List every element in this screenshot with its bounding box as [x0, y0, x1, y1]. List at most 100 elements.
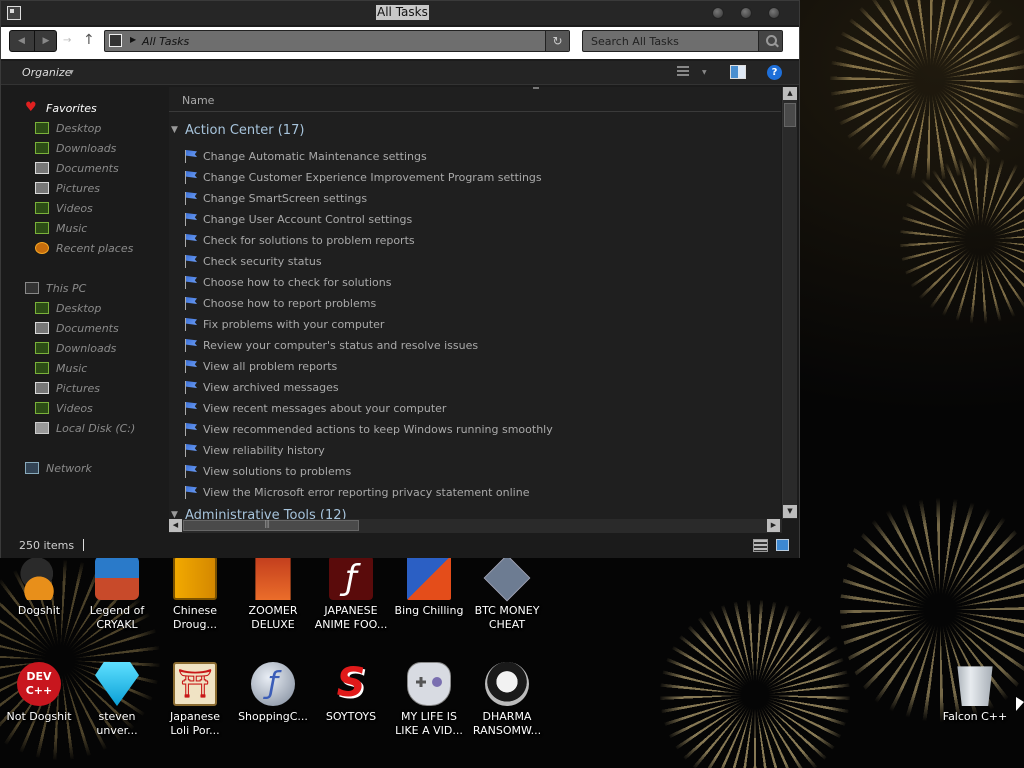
- nav-item[interactable]: Downloads: [35, 340, 116, 356]
- change-view-icon[interactable]: [677, 66, 689, 78]
- nav-item[interactable]: Music: [35, 360, 87, 376]
- task-item[interactable]: Review your computer's status and resolv…: [183, 336, 478, 354]
- refresh-icon[interactable]: ↻: [545, 31, 569, 51]
- history-dropdown-icon[interactable]: →: [63, 35, 71, 46]
- flash-dark-icon: [329, 556, 373, 600]
- breadcrumb-separator-icon[interactable]: ▶: [130, 35, 136, 44]
- task-item[interactable]: View recent messages about your computer: [183, 399, 446, 417]
- breadcrumb-all-tasks[interactable]: All Tasks: [142, 35, 189, 48]
- scroll-down-icon[interactable]: ▼: [783, 505, 797, 518]
- large-icons-view-icon[interactable]: [776, 539, 789, 551]
- desktop-shortcut[interactable]: Chinese Droug...: [156, 556, 234, 632]
- downloads-folder-icon: [35, 342, 49, 354]
- window-title: All Tasks: [376, 5, 429, 20]
- chevron-down-icon[interactable]: ▼: [169, 125, 185, 135]
- minimize-button[interactable]: [712, 7, 724, 19]
- window-icon[interactable]: [7, 6, 21, 20]
- scroll-right-icon[interactable]: ▶: [767, 519, 780, 532]
- task-item[interactable]: Change Automatic Maintenance settings: [183, 147, 427, 165]
- nav-item-label: Music: [56, 361, 88, 375]
- nav-item[interactable]: Pictures: [35, 180, 100, 196]
- task-item[interactable]: Fix problems with your computer: [183, 315, 384, 333]
- details-view-icon[interactable]: [753, 539, 768, 552]
- nav-item[interactable]: Videos: [35, 200, 93, 216]
- group-header[interactable]: ▼ Action Center (17): [169, 121, 304, 139]
- nav-item-label: Network: [46, 461, 92, 475]
- nav-item[interactable]: Local Disk (C:): [35, 420, 135, 436]
- nav-item[interactable]: ♥ Favorites: [25, 100, 97, 116]
- help-icon[interactable]: ?: [767, 65, 782, 80]
- horizontal-scroll-thumb[interactable]: [183, 519, 359, 531]
- task-item[interactable]: Check for solutions to problem reports: [183, 231, 415, 249]
- nav-item[interactable]: Documents: [35, 160, 119, 176]
- desktop-shortcut[interactable]: Bing Chilling: [390, 556, 468, 618]
- nav-item-label: This PC: [46, 281, 87, 295]
- chevron-down-icon[interactable]: ▼: [169, 510, 185, 519]
- scroll-left-icon[interactable]: ◀: [169, 519, 182, 532]
- task-item[interactable]: Choose how to report problems: [183, 294, 376, 312]
- task-item[interactable]: Change SmartScreen settings: [183, 189, 367, 207]
- search-box[interactable]: Search All Tasks: [582, 30, 783, 52]
- title-bar[interactable]: All Tasks: [1, 1, 799, 25]
- task-item[interactable]: Choose how to check for solutions: [183, 273, 391, 291]
- nav-item[interactable]: This PC: [25, 280, 86, 296]
- desktop-shortcut[interactable]: Legend of CRYAKL: [78, 556, 156, 632]
- horizontal-scrollbar[interactable]: ◀ ▶: [169, 519, 782, 533]
- scroll-up-icon[interactable]: ▲: [783, 87, 797, 100]
- organize-button[interactable]: Organize: [22, 66, 71, 79]
- search-icon[interactable]: [758, 31, 782, 51]
- desktop-shortcut[interactable]: MY LIFE IS LIKE A VID...: [390, 662, 468, 738]
- task-item[interactable]: View reliability history: [183, 441, 325, 459]
- vertical-scrollbar[interactable]: ▲ ▼: [782, 87, 797, 519]
- nav-item[interactable]: Videos: [35, 400, 93, 416]
- task-item[interactable]: View archived messages: [183, 378, 339, 396]
- documents-folder-icon: [35, 162, 49, 174]
- forward-button[interactable]: ▶: [34, 31, 57, 51]
- nav-item[interactable]: Documents: [35, 320, 119, 336]
- maximize-button[interactable]: [740, 7, 752, 19]
- desktop-shortcut[interactable]: BTC MONEY CHEAT: [468, 554, 546, 632]
- desktop-shortcut[interactable]: SOYTOYS: [312, 660, 390, 724]
- desktop-shortcut[interactable]: ZOOMER DELUXE: [234, 556, 312, 632]
- nav-item[interactable]: Downloads: [35, 140, 116, 156]
- task-item[interactable]: Change Customer Experience Improvement P…: [183, 168, 542, 186]
- task-item[interactable]: Check security status: [183, 252, 322, 270]
- task-label: Fix problems with your computer: [203, 317, 385, 331]
- back-button[interactable]: ◀: [10, 31, 33, 51]
- desktop-shortcut[interactable]: DEV C++ Not Dogshit: [0, 662, 78, 724]
- nav-item[interactable]: Music: [35, 220, 87, 236]
- nav-item[interactable]: Pictures: [35, 380, 100, 396]
- desktop-shortcut[interactable]: JAPANESE ANIME FOO...: [312, 556, 390, 632]
- group-header[interactable]: ▼ Administrative Tools (12): [169, 506, 347, 520]
- desktop-shortcut[interactable]: DHARMA RANSOMW...: [468, 662, 546, 738]
- chevron-down-icon[interactable]: ▼: [69, 69, 74, 76]
- desktop-shortcut[interactable]: Dogshit: [0, 556, 78, 618]
- up-arrow-icon[interactable]: ↑: [83, 32, 95, 48]
- address-bar[interactable]: ▶ All Tasks ↻: [104, 30, 570, 52]
- diamond-icon: [483, 554, 531, 602]
- chevron-down-icon[interactable]: ▼: [702, 69, 707, 76]
- nav-item[interactable]: Desktop: [35, 120, 101, 136]
- desktop-shortcut[interactable]: steven unver...: [78, 662, 156, 738]
- desktop-shortcut[interactable]: ShoppingC...: [234, 662, 312, 724]
- task-item[interactable]: View the Microsoft error reporting priva…: [183, 483, 529, 501]
- desktop-shortcut[interactable]: Falcon C++: [936, 662, 1014, 724]
- desktop-shortcut[interactable]: Japanese Loli Por...: [156, 662, 234, 738]
- vertical-scroll-thumb[interactable]: [784, 103, 796, 127]
- nav-item[interactable]: Recent places: [35, 240, 133, 256]
- search-input[interactable]: Search All Tasks: [591, 35, 679, 48]
- nav-item-label: Documents: [56, 161, 119, 175]
- task-item[interactable]: View solutions to problems: [183, 462, 351, 480]
- close-button[interactable]: [768, 7, 780, 19]
- task-label: Check security status: [203, 254, 322, 268]
- task-item[interactable]: View recommended actions to keep Windows…: [183, 420, 553, 438]
- task-item[interactable]: Change User Account Control settings: [183, 210, 412, 228]
- preview-pane-icon[interactable]: [730, 65, 746, 79]
- desktop-shortcut-label: Dogshit: [17, 604, 61, 617]
- column-header-name[interactable]: Name: [169, 87, 781, 112]
- action-center-flag-icon: [183, 317, 199, 331]
- pictures-folder-icon: [35, 382, 49, 394]
- nav-item[interactable]: Desktop: [35, 300, 101, 316]
- nav-item[interactable]: Network: [25, 460, 92, 476]
- task-item[interactable]: View all problem reports: [183, 357, 337, 375]
